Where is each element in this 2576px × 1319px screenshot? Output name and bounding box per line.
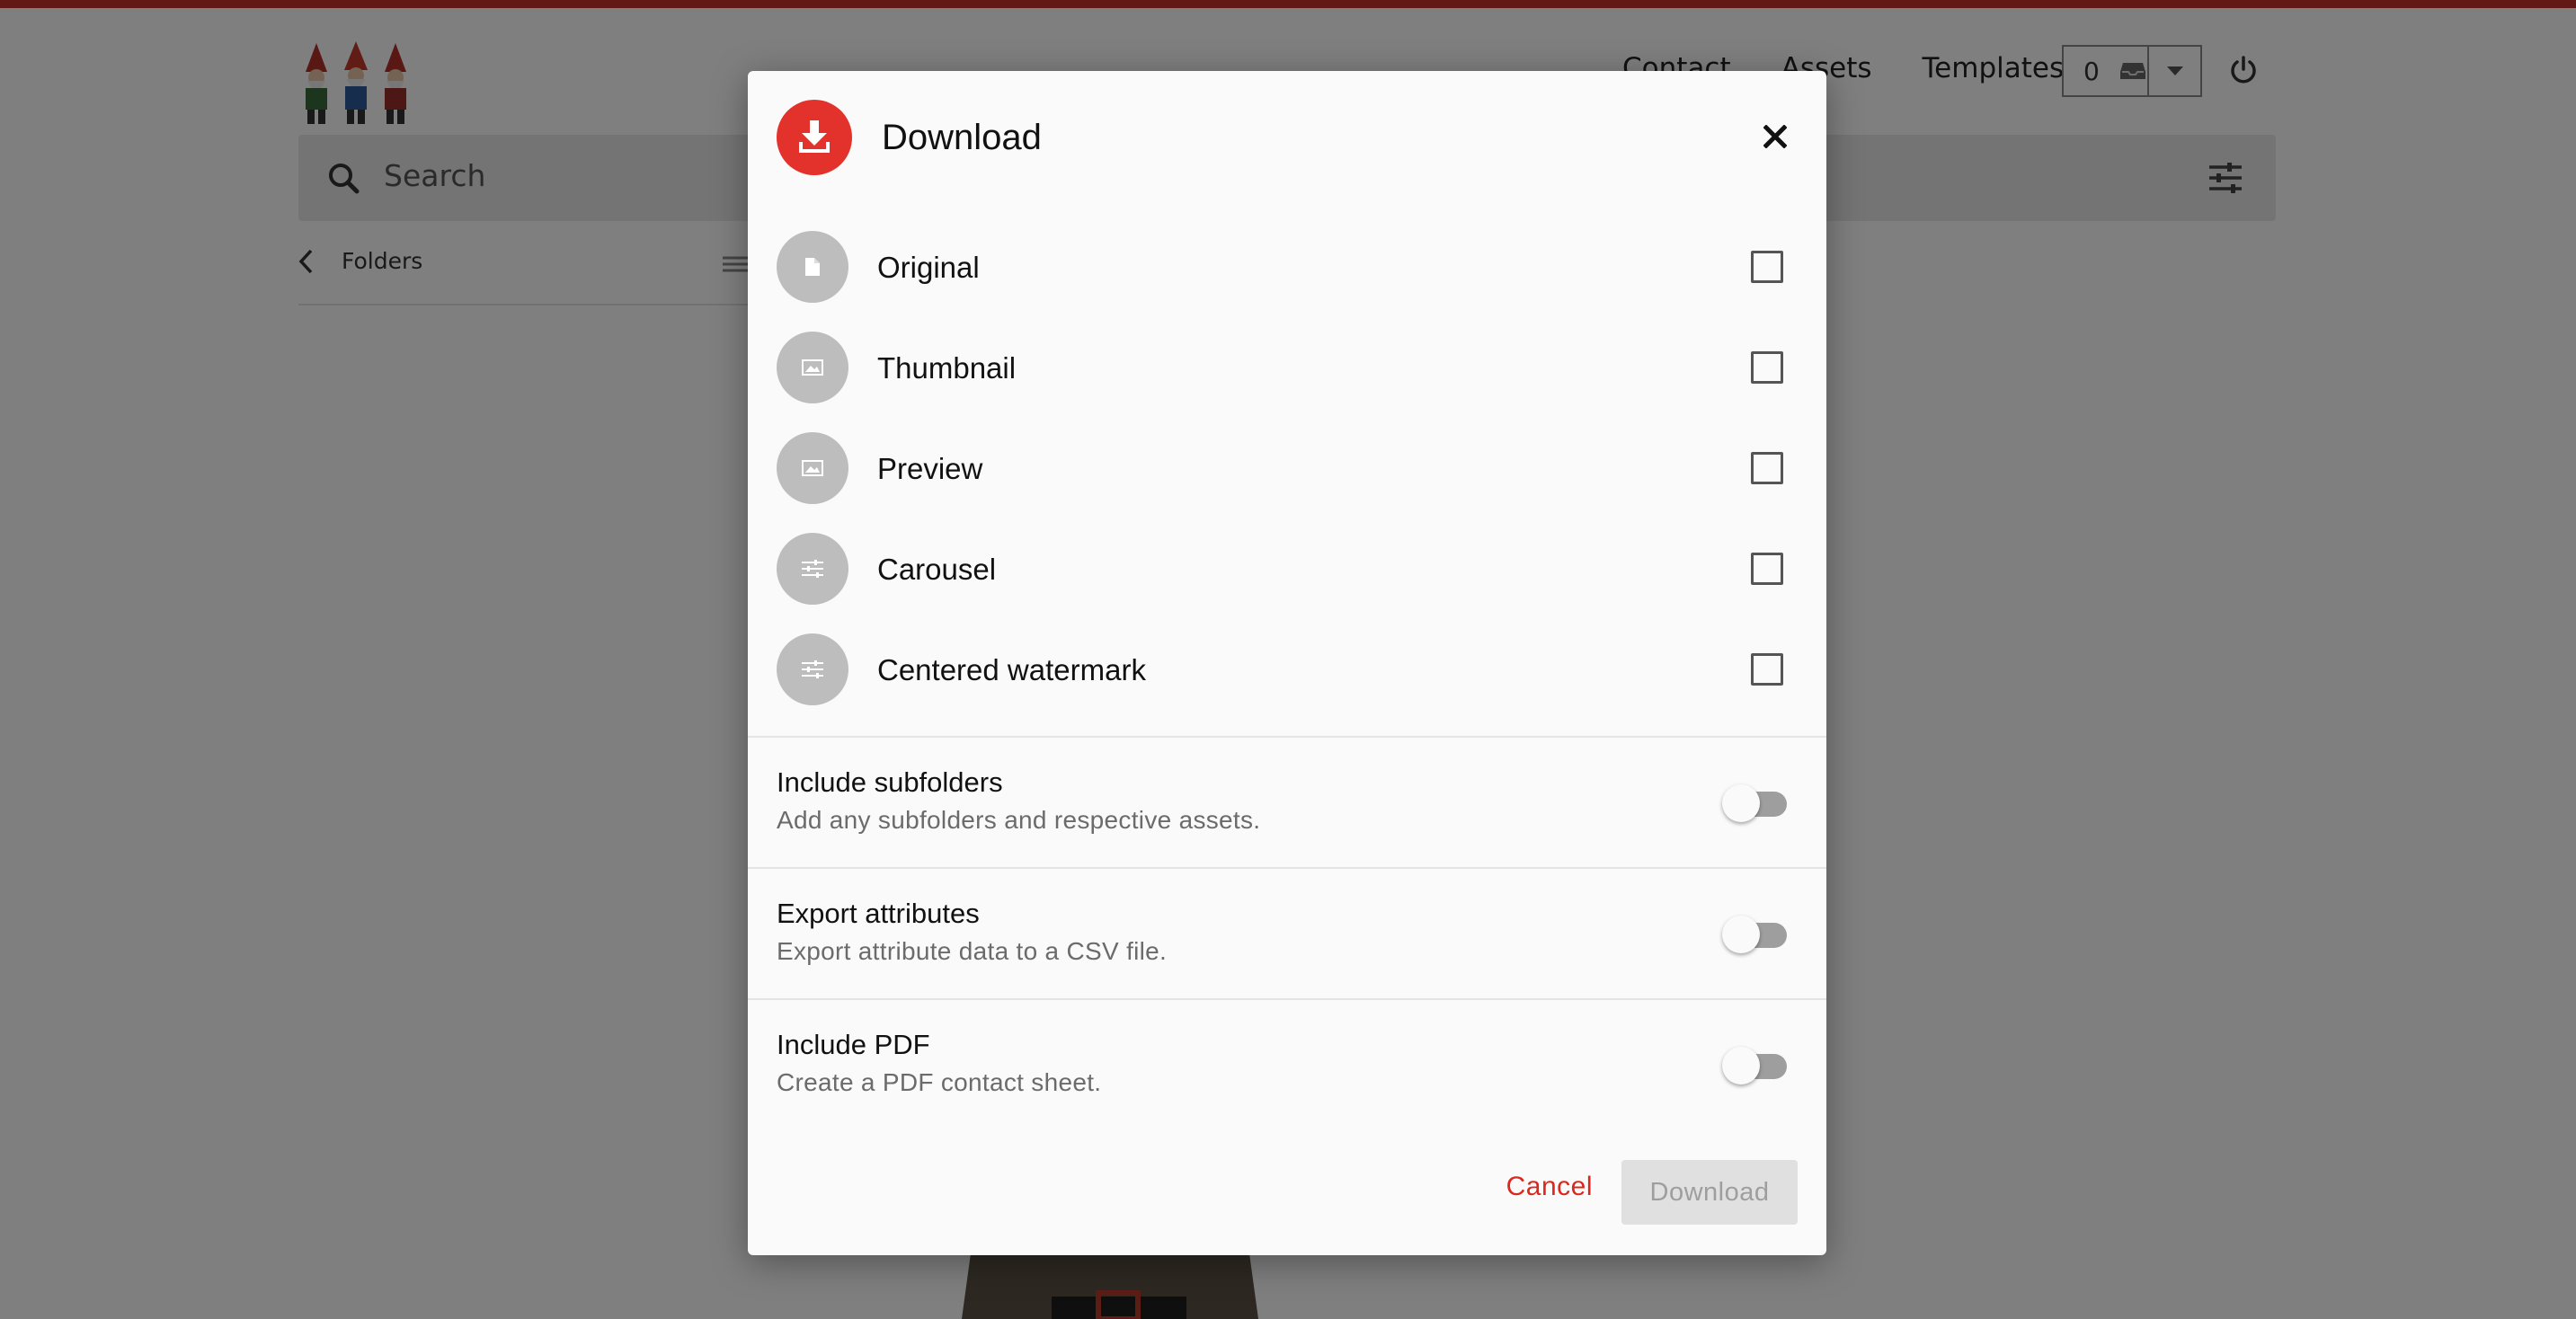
toggle-description: Create a PDF contact sheet. [777, 1068, 1102, 1096]
dialog-header: Download [777, 100, 1798, 175]
sliders-icon [802, 560, 823, 578]
option-centered-watermark[interactable]: Centered watermark [777, 633, 1798, 709]
toggle-knob [1722, 784, 1760, 822]
document-icon [805, 258, 820, 276]
option-label: Thumbnail [877, 351, 1017, 385]
download-icon [799, 120, 830, 153]
original-checkbox[interactable] [1751, 251, 1783, 283]
dialog-title: Download [882, 118, 1042, 157]
close-button[interactable] [1753, 114, 1798, 159]
toggle-knob [1722, 916, 1760, 953]
option-icon-circle [777, 432, 848, 504]
option-label: Preview [877, 452, 983, 485]
carousel-checkbox[interactable] [1751, 553, 1783, 585]
include-pdf-toggle[interactable] [1722, 1043, 1787, 1084]
download-badge [777, 100, 852, 175]
sliders-icon [802, 660, 823, 678]
option-icon-circle [777, 332, 848, 403]
toggle-row-export-attributes: Export attributes Export attribute data … [777, 898, 1798, 987]
option-icon-circle [777, 231, 848, 303]
option-preview[interactable]: Preview [777, 432, 1798, 508]
toggle-title: Include PDF [777, 1029, 930, 1060]
option-icon-circle [777, 533, 848, 605]
toggle-row-include-subfolders: Include subfolders Add any subfolders an… [777, 766, 1798, 856]
option-thumbnail[interactable]: Thumbnail [777, 332, 1798, 407]
export-attributes-toggle[interactable] [1722, 912, 1787, 953]
include-subfolders-toggle[interactable] [1722, 781, 1787, 822]
thumbnail-checkbox[interactable] [1751, 351, 1783, 384]
option-label: Original [877, 251, 980, 284]
image-icon [802, 359, 823, 376]
option-carousel[interactable]: Carousel [777, 533, 1798, 608]
cancel-button[interactable]: Cancel [1506, 1172, 1593, 1202]
preview-checkbox[interactable] [1751, 452, 1783, 484]
toggle-description: Export attribute data to a CSV file. [777, 937, 1168, 965]
centered-watermark-checkbox[interactable] [1751, 653, 1783, 686]
toggle-knob [1722, 1047, 1760, 1084]
option-icon-circle [777, 633, 848, 705]
divider [748, 736, 1826, 738]
option-label: Carousel [877, 553, 997, 586]
toggle-title: Include subfolders [777, 766, 1003, 798]
divider [748, 867, 1826, 869]
download-button[interactable]: Download [1621, 1160, 1798, 1225]
download-dialog: Download Original Thumbnail Preview Caro… [748, 71, 1826, 1255]
toggle-title: Export attributes [777, 898, 980, 929]
toggle-description: Add any subfolders and respective assets… [777, 806, 1261, 834]
image-icon [802, 460, 823, 476]
option-original[interactable]: Original [777, 231, 1798, 306]
option-label: Centered watermark [877, 653, 1146, 686]
toggle-row-include-pdf: Include PDF Create a PDF contact sheet. [777, 1029, 1798, 1119]
close-icon [1763, 125, 1787, 148]
divider [748, 998, 1826, 1000]
